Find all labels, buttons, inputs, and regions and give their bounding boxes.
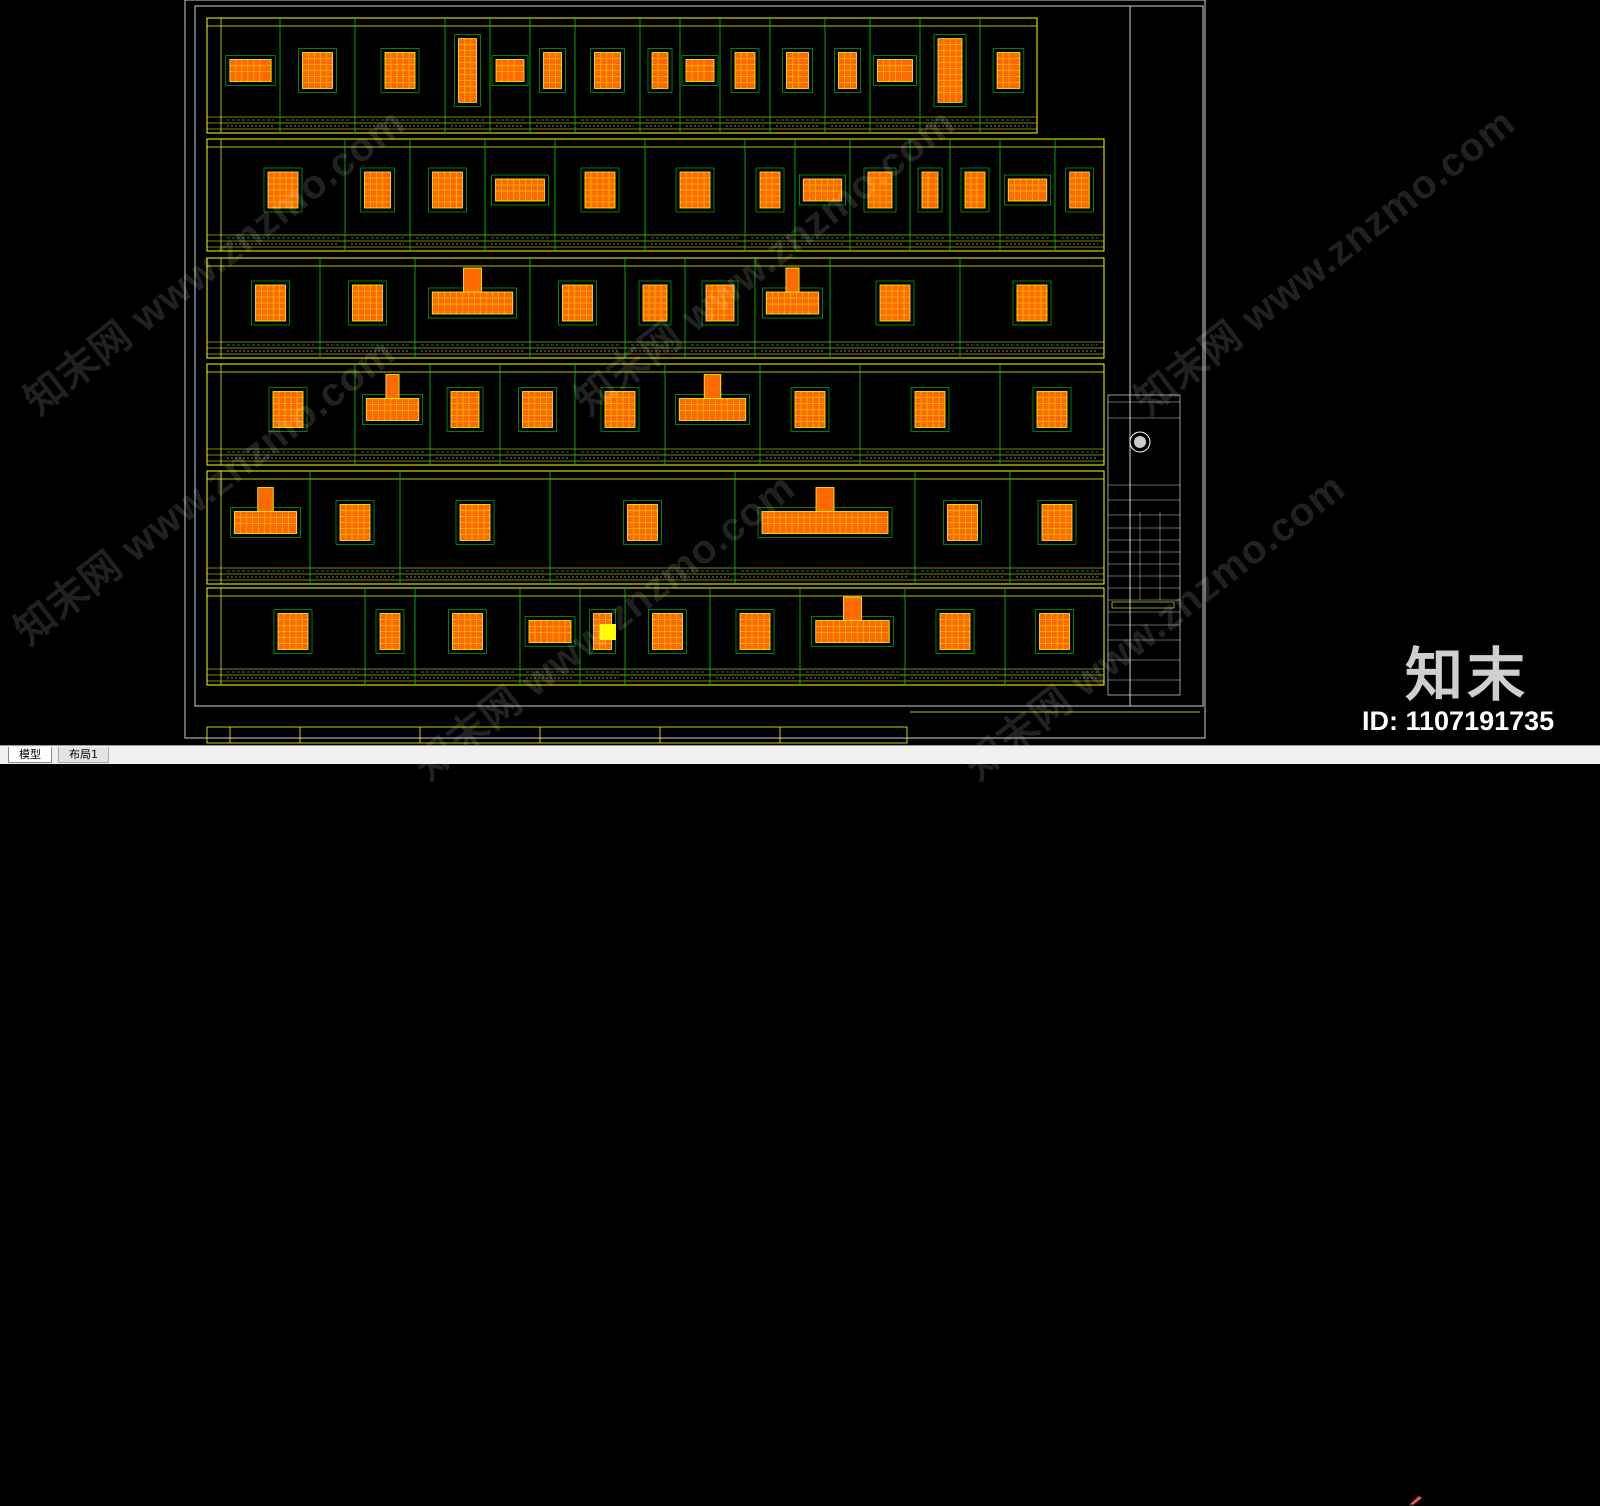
- tab-layout1[interactable]: 布局1: [58, 747, 109, 763]
- tab-model[interactable]: 模型: [8, 747, 52, 763]
- cad-drawing-canvas[interactable]: [0, 0, 1600, 745]
- layout-tab-bar: 模型 布局1: [0, 745, 1600, 1506]
- pen-icon: [1409, 1496, 1422, 1506]
- watermark-logo: 知末: [1405, 641, 1530, 709]
- watermark-id: ID: 1107191735: [1362, 706, 1555, 736]
